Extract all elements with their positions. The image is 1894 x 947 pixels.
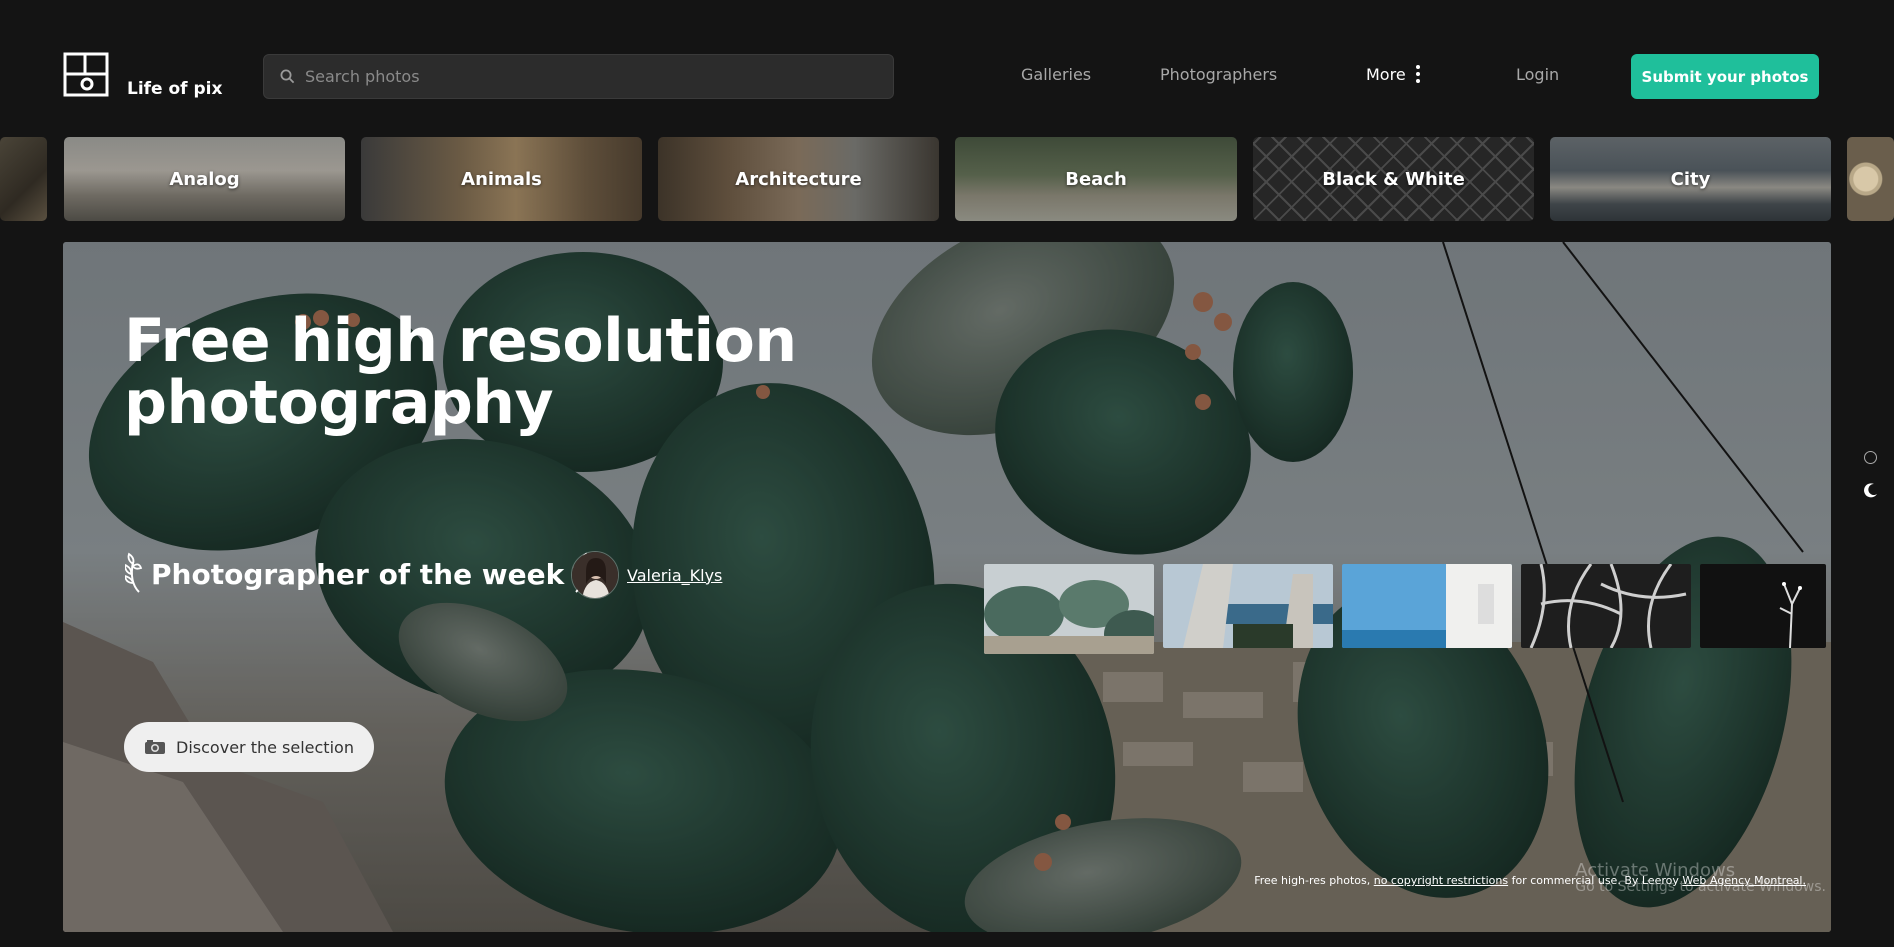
search-input[interactable] xyxy=(305,67,865,86)
category-city[interactable]: City xyxy=(1550,137,1831,221)
hero-credits: Free high-res photos, no copyright restr… xyxy=(1254,874,1806,887)
nav-more[interactable]: More xyxy=(1366,64,1420,84)
brand-name: Life of pix xyxy=(127,79,223,99)
category-analog[interactable]: Analog xyxy=(64,137,345,221)
category-label: Animals xyxy=(461,168,542,190)
discover-selection-label: Discover the selection xyxy=(176,737,354,757)
logo-icon xyxy=(63,52,109,97)
theme-dot-icon[interactable] xyxy=(1864,451,1877,464)
hero-title-line2: photography xyxy=(124,368,554,438)
submit-photos-button[interactable]: Submit your photos xyxy=(1631,54,1819,99)
nav-more-label: More xyxy=(1366,64,1406,84)
photographer-thumbnails xyxy=(984,564,1826,654)
nav-galleries[interactable]: Galleries xyxy=(1021,65,1091,84)
thumbnail-photo[interactable] xyxy=(1521,564,1691,648)
category-label: City xyxy=(1670,168,1711,190)
more-dots-icon xyxy=(1415,65,1420,83)
hero-title: Free high resolution photography xyxy=(124,310,844,434)
laurel-icon xyxy=(125,552,143,593)
category-partial-left[interactable] xyxy=(0,137,47,221)
avatar xyxy=(571,551,619,599)
hero-title-line1: Free high resolution xyxy=(124,306,797,376)
logo-link[interactable]: Life of pix xyxy=(63,52,223,99)
nav-login[interactable]: Login xyxy=(1516,65,1559,84)
discover-selection-button[interactable]: Discover the selection xyxy=(124,722,374,772)
photographer-of-week-label: Photographer of the week xyxy=(151,557,565,591)
moon-icon[interactable] xyxy=(1863,482,1879,498)
photographer-of-week: Photographer of the week xyxy=(125,552,591,596)
category-partial-right[interactable] xyxy=(1847,137,1894,221)
credits-prefix: Free high-res photos, xyxy=(1254,874,1374,887)
hero-banner: Free high resolution photography Photogr… xyxy=(63,242,1831,932)
thumbnail-photo[interactable] xyxy=(1700,564,1826,648)
category-black-white[interactable]: Black & White xyxy=(1253,137,1534,221)
credits-middle: for commercial use. By Leeroy xyxy=(1508,874,1683,887)
thumbnail-photo[interactable] xyxy=(1342,564,1512,648)
credits-agency-link[interactable]: Web Agency Montreal. xyxy=(1682,874,1806,887)
search-bar[interactable] xyxy=(263,54,894,99)
thumbnail-photo[interactable] xyxy=(1163,564,1333,648)
thumbnail-photo[interactable] xyxy=(984,564,1154,654)
camera-icon xyxy=(145,740,166,754)
category-label: Beach xyxy=(1065,168,1127,190)
nav-photographers[interactable]: Photographers xyxy=(1160,65,1277,84)
category-beach[interactable]: Beach xyxy=(955,137,1237,221)
search-icon xyxy=(280,69,295,84)
category-label: Black & White xyxy=(1322,168,1465,190)
category-animals[interactable]: Animals xyxy=(361,137,642,221)
category-label: Architecture xyxy=(735,168,862,190)
category-architecture[interactable]: Architecture xyxy=(658,137,939,221)
category-label: Analog xyxy=(169,168,240,190)
photographer-link[interactable]: Valeria_Klys xyxy=(571,551,722,599)
credits-license-link[interactable]: no copyright restrictions xyxy=(1374,874,1508,887)
photographer-name: Valeria_Klys xyxy=(627,565,723,585)
